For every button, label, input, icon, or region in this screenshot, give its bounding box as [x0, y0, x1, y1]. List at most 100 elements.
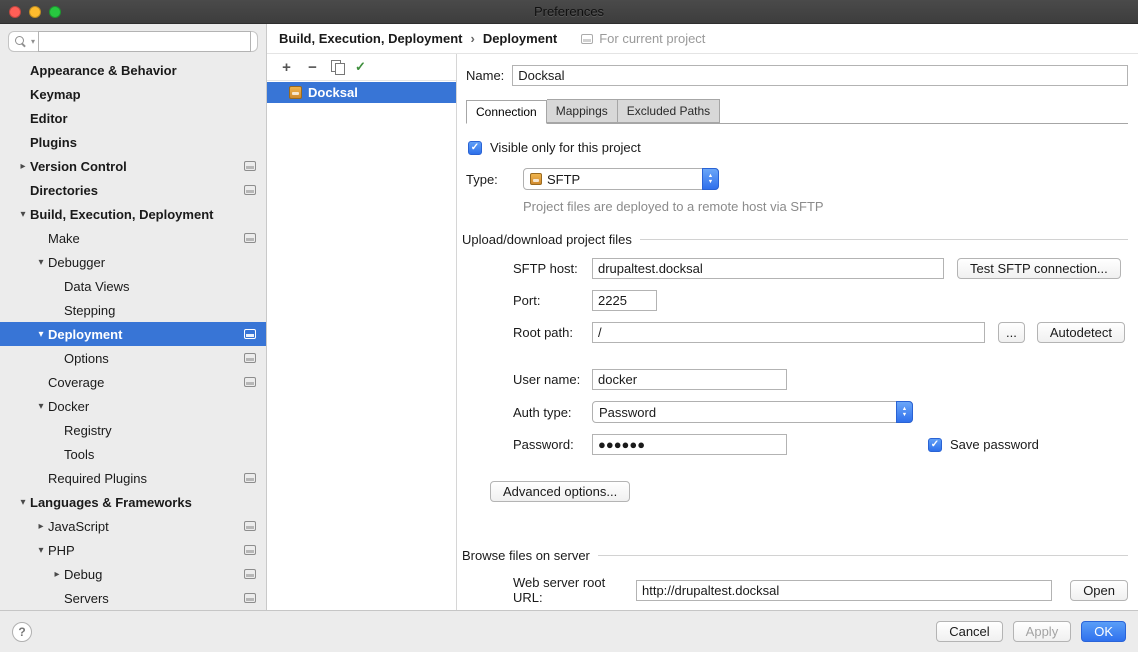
sidebar-item-label: Keymap [30, 87, 81, 102]
visible-only-label: Visible only for this project [490, 140, 641, 155]
ok-button[interactable]: OK [1081, 621, 1126, 642]
port-label: Port: [513, 293, 592, 308]
use-as-default-icon[interactable]: ✓ [355, 59, 366, 75]
project-settings-icon [244, 545, 256, 555]
chevron-expanded-icon[interactable]: ▾ [16, 209, 30, 220]
password-input[interactable] [592, 434, 787, 455]
sidebar-item-directories[interactable]: Directories [0, 178, 266, 202]
sidebar-item-label: Debug [64, 567, 102, 582]
sidebar-item-version-control[interactable]: ▸Version Control [0, 154, 266, 178]
remove-icon[interactable]: − [305, 60, 320, 75]
sidebar-item-servers[interactable]: Servers [0, 586, 266, 610]
root-path-input[interactable] [592, 322, 985, 343]
title-bar: Preferences [0, 0, 1138, 24]
sidebar-item-debug[interactable]: ▸Debug [0, 562, 266, 586]
chevron-expanded-icon[interactable]: ▾ [34, 401, 48, 412]
sidebar-item-build-execution-deployment[interactable]: ▾Build, Execution, Deployment [0, 202, 266, 226]
server-list-item-docksal[interactable]: Docksal [267, 82, 456, 103]
sidebar-item-data-views[interactable]: Data Views [0, 274, 266, 298]
chevron-collapsed-icon[interactable]: ▸ [34, 521, 48, 532]
chevron-expanded-icon[interactable]: ▾ [34, 545, 48, 556]
sidebar-item-stepping[interactable]: Stepping [0, 298, 266, 322]
open-button[interactable]: Open [1070, 580, 1128, 601]
sidebar-item-debugger[interactable]: ▾Debugger [0, 250, 266, 274]
content-area: Build, Execution, Deployment › Deploymen… [267, 24, 1138, 610]
apply-button[interactable]: Apply [1013, 621, 1072, 642]
section-divider [598, 555, 1128, 556]
type-select[interactable]: SFTP ▲ ▼ [523, 168, 719, 190]
test-connection-button[interactable]: Test SFTP connection... [957, 258, 1121, 279]
select-stepper-icon[interactable]: ▲ ▼ [896, 401, 913, 423]
sidebar-item-tools[interactable]: Tools [0, 442, 266, 466]
sidebar-item-label: Languages & Frameworks [30, 495, 192, 510]
chevron-expanded-icon[interactable]: ▾ [34, 329, 48, 340]
sidebar-item-editor[interactable]: Editor [0, 106, 266, 130]
sidebar-item-label: Version Control [30, 159, 127, 174]
tab-excluded-paths[interactable]: Excluded Paths [618, 99, 720, 123]
sidebar-item-registry[interactable]: Registry [0, 418, 266, 442]
type-help-text: Project files are deployed to a remote h… [523, 199, 1138, 214]
help-button[interactable]: ? [12, 622, 32, 642]
sidebar-item-label: Build, Execution, Deployment [30, 207, 213, 222]
sidebar-item-required-plugins[interactable]: Required Plugins [0, 466, 266, 490]
web-root-input[interactable] [636, 580, 1052, 601]
chevron-expanded-icon[interactable]: ▾ [34, 257, 48, 268]
project-settings-icon [244, 233, 256, 243]
settings-search[interactable]: ▾ [8, 31, 258, 52]
sftp-host-label: SFTP host: [513, 261, 592, 276]
project-settings-icon [244, 569, 256, 579]
sidebar-item-options[interactable]: Options [0, 346, 266, 370]
upload-section-header: Upload/download project files [462, 232, 1128, 247]
sidebar-item-make[interactable]: Make [0, 226, 266, 250]
sidebar-item-plugins[interactable]: Plugins [0, 130, 266, 154]
name-input[interactable] [512, 65, 1128, 86]
minimize-button[interactable] [29, 6, 41, 18]
sidebar-item-appearance-behavior[interactable]: Appearance & Behavior [0, 58, 266, 82]
chevron-expanded-icon[interactable]: ▾ [16, 497, 30, 508]
settings-search-input[interactable] [38, 31, 251, 52]
sidebar-item-coverage[interactable]: Coverage [0, 370, 266, 394]
cancel-button[interactable]: Cancel [936, 621, 1002, 642]
sidebar-item-php[interactable]: ▾PHP [0, 538, 266, 562]
port-input[interactable] [592, 290, 657, 311]
project-scope-icon [581, 34, 593, 44]
tab-mappings[interactable]: Mappings [547, 99, 618, 123]
zoom-button[interactable] [49, 6, 61, 18]
sidebar-item-languages-frameworks[interactable]: ▾Languages & Frameworks [0, 490, 266, 514]
browse-section-title: Browse files on server [462, 548, 590, 563]
user-name-input[interactable] [592, 369, 787, 390]
name-row: Name: [466, 65, 1128, 86]
sidebar-item-deployment[interactable]: ▾Deployment [0, 322, 266, 346]
type-select-value: SFTP [547, 172, 580, 187]
close-button[interactable] [9, 6, 21, 18]
sftp-host-input[interactable] [592, 258, 944, 279]
traffic-lights [9, 6, 61, 18]
visible-only-checkbox[interactable]: ✓ [468, 141, 482, 155]
advanced-options-button[interactable]: Advanced options... [490, 481, 630, 502]
sidebar-item-keymap[interactable]: Keymap [0, 82, 266, 106]
config-tabs: Connection Mappings Excluded Paths [466, 99, 1128, 124]
save-password-group: ✓ Save password [928, 437, 1039, 452]
sidebar-item-docker[interactable]: ▾Docker [0, 394, 266, 418]
auth-type-select[interactable]: Password ▲ ▼ [592, 401, 913, 423]
chevron-collapsed-icon[interactable]: ▸ [50, 569, 64, 580]
breadcrumb: Build, Execution, Deployment › Deploymen… [267, 24, 1138, 54]
sidebar-item-label: PHP [48, 543, 75, 558]
add-icon[interactable]: + [279, 60, 294, 75]
auth-type-label: Auth type: [513, 405, 592, 420]
deployment-panel: + − ✓ Docksal Name: [267, 54, 1138, 610]
select-stepper-icon[interactable]: ▲ ▼ [702, 168, 719, 190]
chevron-up-icon: ▲ [708, 174, 713, 179]
root-path-browse-button[interactable]: ... [998, 322, 1025, 343]
copy-icon[interactable] [331, 60, 344, 74]
autodetect-button[interactable]: Autodetect [1037, 322, 1125, 343]
project-settings-icon [244, 161, 256, 171]
chevron-collapsed-icon[interactable]: ▸ [16, 161, 30, 172]
breadcrumb-parent[interactable]: Build, Execution, Deployment [279, 31, 462, 46]
sidebar-item-javascript[interactable]: ▸JavaScript [0, 514, 266, 538]
tab-connection[interactable]: Connection [466, 100, 547, 124]
auth-type-row: Auth type: Password ▲ ▼ [513, 401, 1128, 423]
sidebar-item-label: Stepping [64, 303, 115, 318]
settings-sidebar: ▾ Appearance & Behavior Keymap Editor Pl… [0, 24, 267, 610]
save-password-checkbox[interactable]: ✓ [928, 438, 942, 452]
